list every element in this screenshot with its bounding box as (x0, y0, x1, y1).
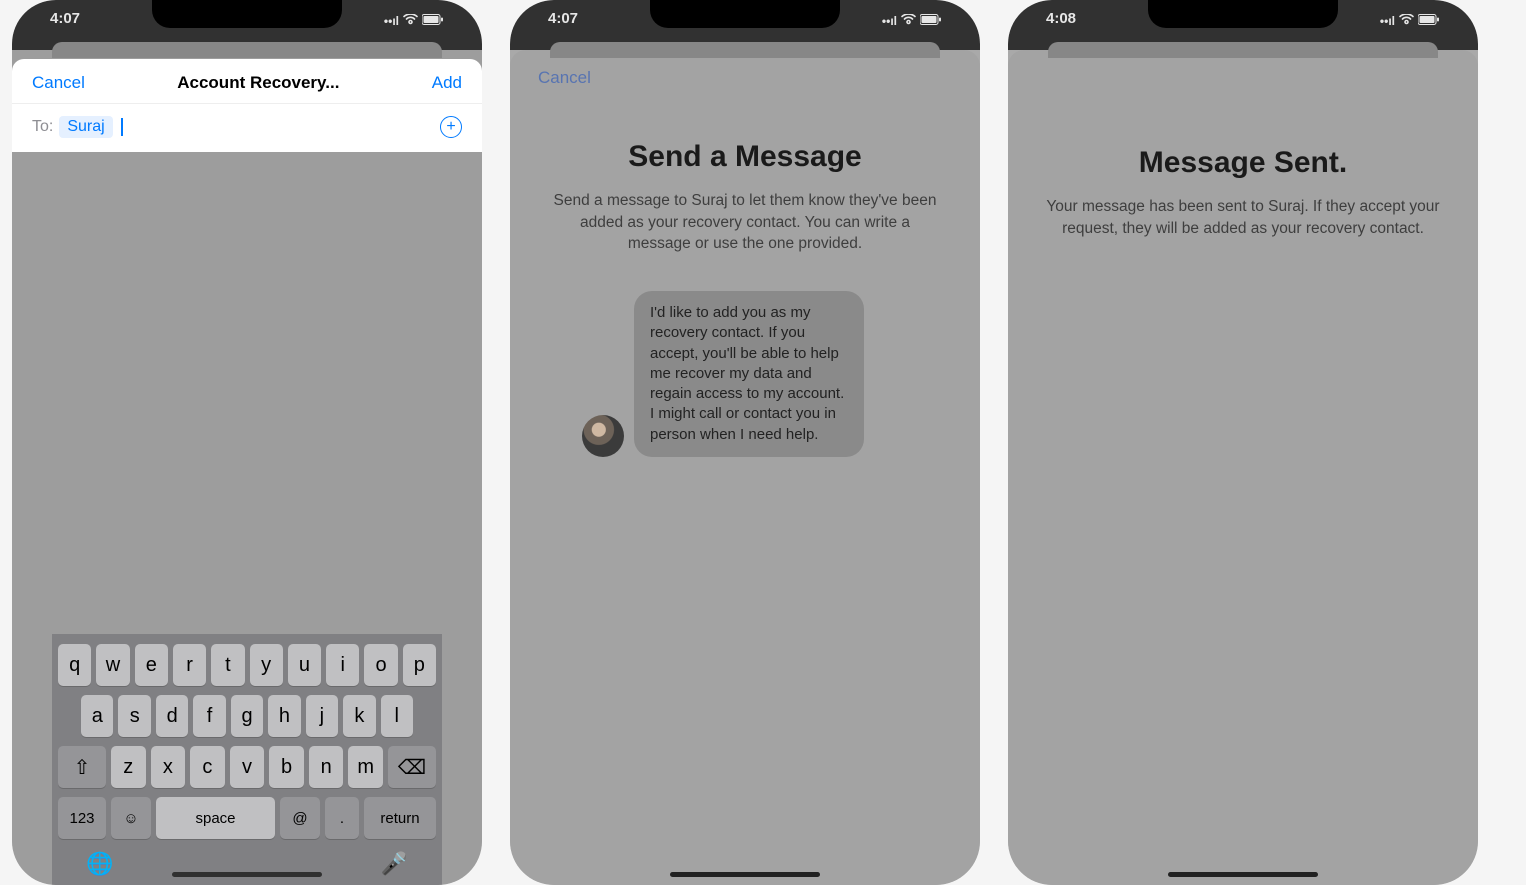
status-time: 4:07 (50, 10, 80, 32)
panel-subtitle: Your message has been sent to Suraj. If … (1036, 196, 1450, 239)
notch (152, 0, 342, 28)
notch (1148, 0, 1338, 28)
keyboard: q w e r t y u i o p a s d f g h j k (52, 634, 442, 885)
key-p[interactable]: p (403, 644, 436, 686)
key-u[interactable]: u (288, 644, 321, 686)
panel-subtitle: Send a message to Suraj to let them know… (538, 190, 952, 255)
numbers-key[interactable]: 123 (58, 797, 106, 839)
home-indicator[interactable] (1168, 872, 1318, 877)
key-o[interactable]: o (364, 644, 397, 686)
key-a[interactable]: a (81, 695, 113, 737)
key-l[interactable]: l (381, 695, 413, 737)
key-e[interactable]: e (135, 644, 168, 686)
key-n[interactable]: n (309, 746, 344, 788)
key-w[interactable]: w (96, 644, 129, 686)
globe-icon[interactable]: 🌐 (86, 851, 113, 877)
key-b[interactable]: b (269, 746, 304, 788)
to-field-row[interactable]: To: Suraj + (12, 103, 482, 152)
wifi-icon (1399, 14, 1414, 28)
key-s[interactable]: s (118, 695, 150, 737)
battery-icon (422, 14, 444, 28)
status-time: 4:07 (548, 10, 578, 32)
key-q[interactable]: q (58, 644, 91, 686)
sheet-peek (1048, 42, 1438, 58)
key-t[interactable]: t (211, 644, 244, 686)
add-button[interactable]: Add (432, 73, 462, 93)
home-indicator[interactable] (670, 872, 820, 877)
signal-icon: ••ıl (1380, 14, 1395, 28)
to-label: To: (32, 118, 53, 136)
space-key[interactable]: space (156, 797, 275, 839)
key-g[interactable]: g (231, 695, 263, 737)
status-icons: ••ıl (384, 10, 444, 32)
key-d[interactable]: d (156, 695, 188, 737)
notch (650, 0, 840, 28)
screen-1: 4:07 ••ıl Cancel Account Recovery... Add… (12, 0, 482, 885)
delete-key[interactable]: ⌫ (388, 746, 436, 788)
panel-title: Send a Message (538, 140, 952, 174)
text-cursor (121, 118, 123, 136)
message-bubble: I'd like to add you as my recovery conta… (634, 291, 864, 457)
key-y[interactable]: y (250, 644, 283, 686)
signal-icon: ••ıl (882, 14, 897, 28)
at-key[interactable]: @ (280, 797, 320, 839)
screen-2: 4:07 ••ıl Cancel Send a Message Send a m… (510, 0, 980, 885)
sheet-nav: Cancel Account Recovery... Add (12, 59, 482, 103)
key-row-3: ⇧ z x c v b n m ⌫ (58, 746, 436, 788)
phone-3: 4:08 ••ıl Message Sent. Your message has… (1008, 0, 1478, 885)
shift-key[interactable]: ⇧ (58, 746, 106, 788)
message-preview: I'd like to add you as my recovery conta… (538, 291, 952, 457)
key-m[interactable]: m (348, 746, 383, 788)
sheet-peek (550, 42, 940, 58)
key-z[interactable]: z (111, 746, 146, 788)
wifi-icon (901, 14, 916, 28)
key-h[interactable]: h (268, 695, 300, 737)
cancel-button[interactable]: Cancel (32, 73, 85, 93)
battery-icon (1418, 14, 1440, 28)
key-v[interactable]: v (230, 746, 265, 788)
key-r[interactable]: r (173, 644, 206, 686)
contact-chip[interactable]: Suraj (59, 116, 112, 138)
phone-1: 4:07 ••ıl Cancel Account Recovery... Add… (12, 0, 482, 885)
key-i[interactable]: i (326, 644, 359, 686)
status-icons: ••ıl (1380, 10, 1440, 32)
key-row-2: a s d f g h j k l (58, 695, 436, 737)
contact-avatar (582, 415, 624, 457)
send-message-panel: Cancel Send a Message Send a message to … (510, 50, 980, 885)
return-key[interactable]: return (364, 797, 436, 839)
signal-icon: ••ıl (384, 14, 399, 28)
message-sent-panel: Message Sent. Your message has been sent… (1008, 50, 1478, 885)
status-time: 4:08 (1046, 10, 1076, 32)
key-c[interactable]: c (190, 746, 225, 788)
key-row-1: q w e r t y u i o p (58, 644, 436, 686)
wifi-icon (403, 14, 418, 28)
key-row-4: 123 ☺ space @ . return (58, 797, 436, 839)
emoji-key[interactable]: ☺ (111, 797, 151, 839)
key-k[interactable]: k (343, 695, 375, 737)
sheet-title: Account Recovery... (177, 73, 339, 93)
sheet-peek (52, 42, 442, 58)
screen-3: 4:08 ••ıl Message Sent. Your message has… (1008, 0, 1478, 885)
cancel-button[interactable]: Cancel (538, 68, 952, 88)
phone-2: 4:07 ••ıl Cancel Send a Message Send a m… (510, 0, 980, 885)
contact-picker-sheet: Cancel Account Recovery... Add To: Suraj… (12, 59, 482, 152)
key-x[interactable]: x (151, 746, 186, 788)
key-j[interactable]: j (306, 695, 338, 737)
battery-icon (920, 14, 942, 28)
panel-title: Message Sent. (1036, 146, 1450, 180)
add-contact-icon[interactable]: + (440, 116, 462, 138)
home-indicator[interactable] (172, 872, 322, 877)
dot-key[interactable]: . (325, 797, 359, 839)
key-f[interactable]: f (193, 695, 225, 737)
status-icons: ••ıl (882, 10, 942, 32)
mic-icon[interactable]: 🎤 (381, 851, 408, 877)
